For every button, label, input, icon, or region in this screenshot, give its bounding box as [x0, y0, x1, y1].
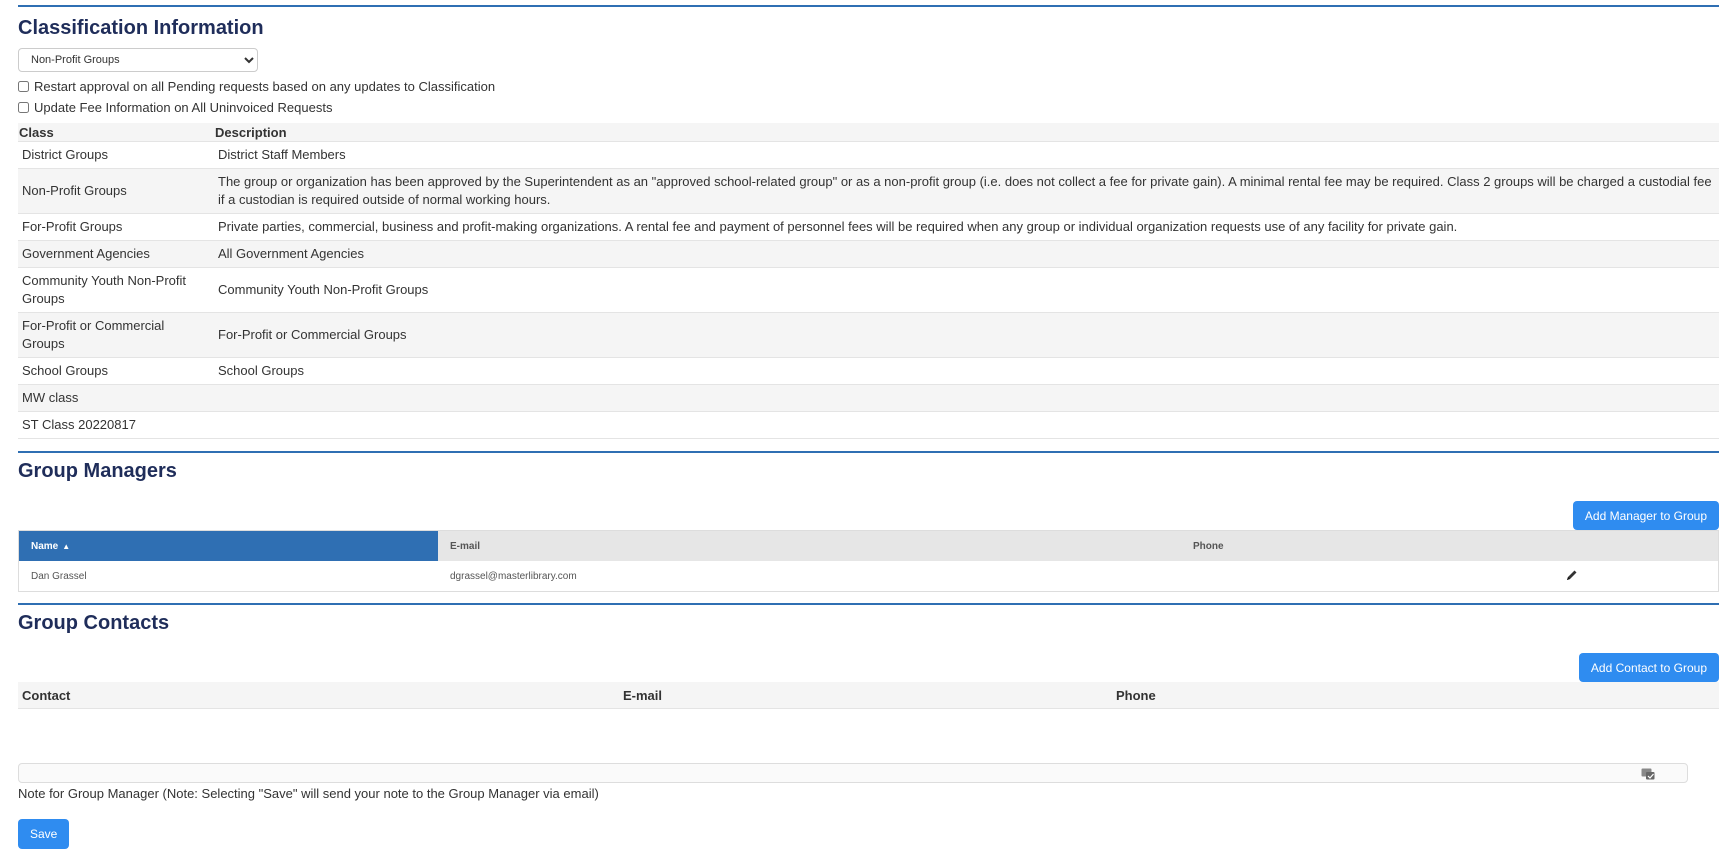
actions-column-header: [1554, 530, 1719, 561]
class-cell: For-Profit Groups: [18, 213, 214, 241]
name-header-label: Name: [31, 540, 59, 552]
class-cell: For-Profit or Commercial Groups: [18, 312, 214, 358]
save-button[interactable]: Save: [18, 819, 70, 849]
save-row: Save: [18, 819, 1719, 849]
contacts-actions: Add Contact to Group: [18, 653, 1719, 682]
update-fee-checkbox[interactable]: [18, 102, 29, 113]
description-cell: Private parties, commercial, business an…: [214, 213, 1719, 241]
update-fee-row[interactable]: Update Fee Information on All Uninvoiced…: [18, 99, 1719, 116]
section-divider: [18, 451, 1719, 453]
description-cell: For-Profit or Commercial Groups: [214, 312, 1719, 358]
name-column-header[interactable]: Name ▲: [18, 530, 438, 561]
description-column-header: Description: [214, 123, 1719, 142]
table-row: ST Class 20220817: [18, 411, 1719, 439]
manager-phone-cell: [1181, 561, 1554, 592]
contact-column-header: Contact: [18, 682, 619, 709]
description-cell: School Groups: [214, 357, 1719, 385]
table-row: Non-Profit Groups The group or organizat…: [18, 168, 1719, 214]
class-cell: MW class: [18, 384, 214, 412]
phone-column-header[interactable]: Phone: [1181, 530, 1554, 561]
pencil-icon[interactable]: [1566, 569, 1578, 581]
page-content: Classification Information Non-Profit Gr…: [18, 0, 1719, 849]
group-managers-title: Group Managers: [18, 460, 177, 482]
class-column-header: Class: [18, 123, 214, 142]
managers-actions: Add Manager to Group: [18, 501, 1719, 530]
contact-email-column-header: E-mail: [619, 682, 1112, 709]
restart-approval-row[interactable]: Restart approval on all Pending requests…: [18, 78, 1719, 95]
description-cell: Community Youth Non-Profit Groups: [214, 267, 1719, 313]
classification-table-header: Class Description: [18, 123, 1719, 142]
sort-ascending-icon: ▲: [62, 541, 71, 551]
contact-phone-column-header: Phone: [1112, 682, 1719, 709]
note-input[interactable]: [18, 763, 1688, 783]
email-column-header[interactable]: E-mail: [438, 530, 1181, 561]
class-cell: ST Class 20220817: [18, 411, 214, 439]
table-row: Dan Grassel dgrassel@masterlibrary.com: [19, 561, 1719, 592]
classification-section: Classification Information Non-Profit Gr…: [18, 5, 1719, 439]
table-row: For-Profit or Commercial Groups For-Prof…: [18, 312, 1719, 358]
manager-actions-cell: [1554, 561, 1719, 592]
section-divider: [18, 5, 1719, 7]
table-row: Government Agencies All Government Agenc…: [18, 240, 1719, 268]
managers-table: Name ▲ E-mail Phone Dan Grassel dgrassel@…: [18, 530, 1719, 592]
manager-name-cell: Dan Grassel: [31, 570, 87, 582]
spellcheck-icon[interactable]: [1641, 767, 1655, 780]
description-cell: All Government Agencies: [214, 240, 1719, 268]
table-row: MW class: [18, 384, 1719, 412]
classification-title: Classification Information: [18, 17, 264, 39]
class-cell: Community Youth Non-Profit Groups: [18, 267, 214, 313]
group-contacts-section: Group Contacts Add Contact to Group Cont…: [18, 603, 1719, 849]
contacts-table-header: Contact E-mail Phone: [18, 682, 1719, 709]
add-manager-button[interactable]: Add Manager to Group: [1572, 501, 1719, 530]
contacts-table: Contact E-mail Phone: [18, 682, 1719, 709]
class-cell: School Groups: [18, 357, 214, 385]
note-label: Note for Group Manager (Note: Selecting …: [18, 786, 599, 801]
description-cell: The group or organization has been appro…: [214, 168, 1719, 214]
restart-approval-label: Restart approval on all Pending requests…: [34, 79, 496, 94]
group-managers-section: Group Managers Add Manager to Group Name…: [18, 451, 1719, 592]
table-row: School Groups School Groups: [18, 357, 1719, 385]
classification-select[interactable]: Non-Profit Groups: [18, 48, 258, 72]
table-row: For-Profit Groups Private parties, comme…: [18, 213, 1719, 241]
class-cell: District Groups: [18, 141, 214, 169]
add-contact-button[interactable]: Add Contact to Group: [1578, 653, 1719, 682]
update-fee-label: Update Fee Information on All Uninvoiced…: [34, 100, 333, 115]
restart-approval-checkbox[interactable]: [18, 81, 29, 92]
table-row: District Groups District Staff Members: [18, 141, 1719, 169]
managers-table-header: Name ▲ E-mail Phone: [18, 530, 1719, 561]
description-cell: District Staff Members: [214, 141, 1719, 169]
manager-email-cell: dgrassel@masterlibrary.com: [450, 570, 577, 582]
class-cell: Government Agencies: [18, 240, 214, 268]
table-row: Community Youth Non-Profit Groups Commun…: [18, 267, 1719, 313]
description-cell: [214, 411, 1719, 439]
description-cell: [214, 384, 1719, 412]
group-contacts-title: Group Contacts: [18, 612, 170, 634]
class-cell: Non-Profit Groups: [18, 168, 214, 214]
classification-table: Class Description District Groups Distri…: [18, 123, 1719, 439]
section-divider: [18, 603, 1719, 605]
